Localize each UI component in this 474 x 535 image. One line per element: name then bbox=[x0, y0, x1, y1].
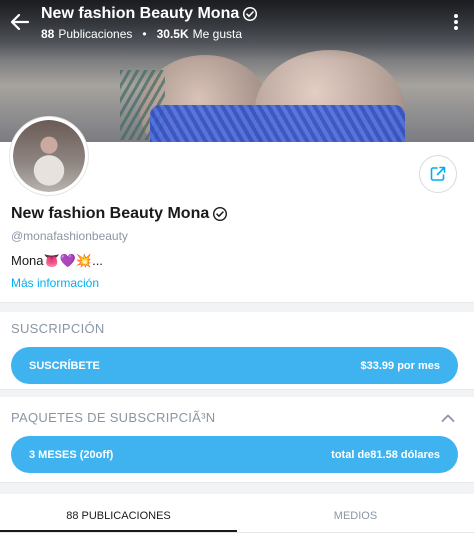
profile-bio: Mona👅💜💥... bbox=[11, 253, 103, 268]
profile-name: New fashion Beauty Mona bbox=[11, 205, 228, 223]
tab-posts[interactable]: 88 PUBLICACIONES bbox=[0, 497, 237, 535]
tabs-divider bbox=[0, 532, 474, 533]
bundle-3-months-button[interactable]: 3 MESES (20off) total de81.58 dólares bbox=[11, 436, 458, 473]
bundles-section-label: PAQUETES DE SUBSCRIPCIÃ³N bbox=[11, 410, 216, 425]
subscription-section-label: SUSCRIPCIÓN bbox=[11, 321, 105, 336]
section-divider bbox=[0, 389, 474, 397]
chevron-up-icon bbox=[441, 414, 455, 422]
more-options-button[interactable] bbox=[452, 12, 460, 32]
more-vertical-icon bbox=[454, 14, 458, 30]
header-stats: 88 Publicaciones • 30.5K Me gusta bbox=[41, 27, 258, 41]
more-info-link[interactable]: Más información bbox=[11, 276, 99, 290]
share-button[interactable] bbox=[419, 155, 457, 193]
bundle-price: total de81.58 dólares bbox=[331, 448, 440, 461]
avatar[interactable] bbox=[10, 117, 88, 195]
verified-badge-icon bbox=[243, 6, 258, 22]
posts-count: 88 bbox=[41, 27, 55, 41]
stats-separator: • bbox=[142, 27, 147, 41]
verified-badge-icon bbox=[213, 206, 228, 222]
content-tabs: 88 PUBLICACIONES MEDIOS bbox=[0, 497, 474, 535]
page-title: New fashion Beauty Mona bbox=[41, 5, 258, 23]
likes-label: Me gusta bbox=[192, 27, 242, 41]
likes-count: 30.5K bbox=[156, 27, 189, 41]
posts-label: Publicaciones bbox=[58, 27, 133, 41]
section-divider bbox=[0, 302, 474, 312]
header-title-block: New fashion Beauty Mona 88 Publicaciones… bbox=[41, 5, 258, 41]
profile-handle: @monafashionbeauty bbox=[11, 229, 128, 243]
top-bar: New fashion Beauty Mona 88 Publicaciones… bbox=[0, 0, 474, 48]
back-button[interactable] bbox=[8, 10, 32, 34]
subscribe-price: $33.99 por mes bbox=[360, 359, 441, 372]
section-divider bbox=[0, 482, 474, 494]
arrow-left-icon bbox=[10, 13, 30, 31]
subscribe-button[interactable]: SUSCRÍBETE $33.99 por mes bbox=[11, 347, 458, 384]
tab-media[interactable]: MEDIOS bbox=[237, 497, 474, 535]
profile-name-text: New fashion Beauty Mona bbox=[11, 205, 210, 222]
share-icon bbox=[430, 166, 446, 181]
avatar-image bbox=[13, 120, 85, 192]
subscribe-label: SUSCRÍBETE bbox=[29, 359, 100, 372]
profile-page: New fashion Beauty Mona 88 Publicaciones… bbox=[0, 0, 474, 535]
bundle-label: 3 MESES (20off) bbox=[29, 448, 114, 461]
page-title-text: New fashion Beauty Mona bbox=[41, 5, 240, 22]
collapse-bundles-button[interactable] bbox=[441, 410, 455, 422]
